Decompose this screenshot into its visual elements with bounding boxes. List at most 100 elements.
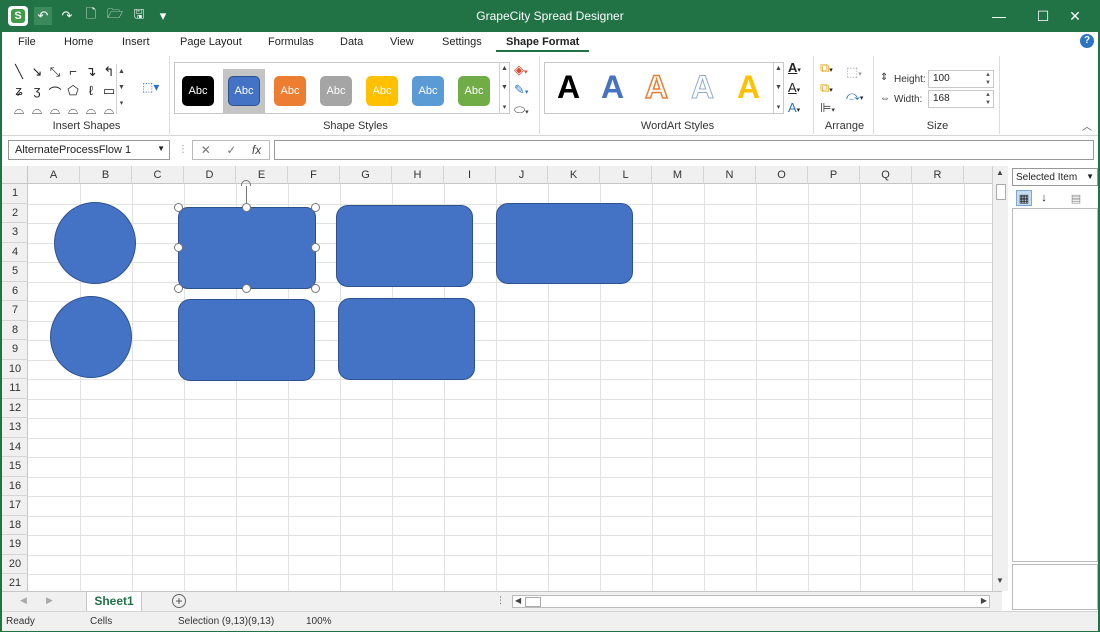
sheet-tab-sheet1[interactable]: Sheet1	[86, 592, 142, 612]
wordart-gold[interactable]: A	[737, 69, 760, 106]
width-spinner[interactable]: ▲ ▼	[985, 91, 991, 107]
polygon-icon[interactable]: ⬠	[64, 83, 82, 102]
frame-icon[interactable]: ⌓	[82, 102, 100, 121]
row-header[interactable]: 9	[2, 340, 28, 360]
resize-handle[interactable]	[242, 284, 251, 293]
bring-forward-icon[interactable]: ⧉▾	[820, 60, 833, 76]
curve-arrow-icon[interactable]: ʒ	[28, 83, 46, 102]
row-header[interactable]: 2	[2, 204, 28, 223]
circle-shape[interactable]	[50, 296, 132, 378]
wordart-black[interactable]: A	[557, 69, 580, 106]
scroll-down-icon[interactable]: ▼	[996, 576, 1004, 585]
circle-shape[interactable]	[54, 202, 136, 284]
alternate-process-shape[interactable]	[496, 203, 633, 284]
row-header[interactable]: 7	[2, 301, 28, 321]
chevron-down-icon[interactable]: ▼	[1086, 172, 1094, 181]
height-field[interactable]: 100 ▲ ▼	[928, 70, 994, 88]
column-header[interactable]: D	[184, 166, 236, 184]
insert-function-icon[interactable]: fx	[252, 143, 261, 157]
column-header[interactable]: I	[444, 166, 496, 184]
send-backward-icon[interactable]: ⧉▾	[820, 80, 833, 96]
resize-handle[interactable]	[311, 284, 320, 293]
style-light-blue[interactable]: Abc	[407, 69, 449, 113]
alternate-process-shape[interactable]	[178, 299, 315, 381]
row-header[interactable]: 15	[2, 457, 28, 477]
style-green[interactable]: Abc	[453, 69, 495, 113]
vertical-scroll-thumb[interactable]	[996, 184, 1006, 200]
column-header[interactable]: H	[392, 166, 444, 184]
column-header[interactable]: J	[496, 166, 548, 184]
status-zoom[interactable]: 100%	[306, 616, 332, 627]
resize-handle[interactable]	[174, 243, 183, 252]
tab-page-layout[interactable]: Page Layout	[180, 36, 242, 48]
chevron-down-icon[interactable]: ▼	[157, 144, 165, 153]
arrow-line-icon[interactable]: ↘	[28, 64, 46, 83]
style-gold[interactable]: Abc	[361, 69, 403, 113]
edit-shape-icon[interactable]: ⬚▾	[142, 80, 159, 94]
row-header[interactable]: 16	[2, 477, 28, 496]
row-header[interactable]: 18	[2, 516, 28, 535]
column-header[interactable]: N	[704, 166, 756, 184]
selected-item-dropdown[interactable]: Selected Item ▼	[1012, 168, 1098, 186]
property-pages-icon[interactable]: ▤	[1068, 190, 1084, 206]
row-header[interactable]: 12	[2, 399, 28, 418]
shape-styles-scroll[interactable]: ▲ ▼ ▾	[499, 63, 509, 113]
alternate-process-shape-selected[interactable]	[178, 207, 316, 289]
column-header[interactable]: K	[548, 166, 600, 184]
line-icon[interactable]: ╲	[10, 64, 28, 83]
alternate-process-shape[interactable]	[336, 205, 473, 287]
column-header[interactable]: Q	[860, 166, 912, 184]
next-sheet-icon[interactable]: ▶	[46, 595, 53, 606]
shapes-gallery-scroll[interactable]: ▲ ▼ ▾	[116, 64, 126, 114]
column-header[interactable]: G	[340, 166, 392, 184]
formula-input[interactable]	[274, 140, 1094, 160]
cancel-icon[interactable]: ✕	[201, 143, 211, 157]
row-header[interactable]: 4	[2, 243, 28, 262]
group-objects-icon[interactable]: ⬚▾	[846, 64, 862, 80]
resize-handle[interactable]	[174, 284, 183, 293]
row-header[interactable]: 11	[2, 379, 28, 399]
row-header[interactable]: 17	[2, 496, 28, 516]
freeform-icon[interactable]: ⌒	[46, 83, 64, 102]
row-header[interactable]: 13	[2, 418, 28, 438]
row-header[interactable]: 1	[2, 184, 28, 204]
tab-file[interactable]: File	[18, 36, 36, 48]
style-orange[interactable]: Abc	[269, 69, 311, 113]
tab-home[interactable]: Home	[64, 36, 93, 48]
row-header[interactable]: 21	[2, 574, 28, 591]
curve-icon[interactable]: ʑ	[10, 83, 28, 102]
column-header[interactable]: B	[80, 166, 132, 184]
enter-icon[interactable]: ✓	[226, 143, 236, 157]
row-header[interactable]: 10	[2, 360, 28, 379]
tab-formulas[interactable]: Formulas	[268, 36, 314, 48]
scroll-up-icon[interactable]: ▲	[996, 168, 1004, 177]
tab-settings[interactable]: Settings	[442, 36, 482, 48]
minimize-button[interactable]: —	[976, 0, 1022, 32]
style-gray[interactable]: Abc	[315, 69, 357, 113]
rounded-rect-icon[interactable]: ⌓	[10, 102, 28, 121]
rotate-icon[interactable]: ⤼▾	[846, 88, 863, 104]
tab-shape-format[interactable]: Shape Format	[496, 36, 590, 52]
add-sheet-icon[interactable]: +	[172, 594, 186, 608]
column-header[interactable]: A	[28, 166, 80, 184]
spreadsheet-grid[interactable]: ABCDEFGHIJKLMNOPQR 1 2 3 4 5 6 7 8 9 10 11 12 13 14 15…	[2, 166, 992, 591]
column-header[interactable]: C	[132, 166, 184, 184]
double-arrow-icon[interactable]: ⤡	[46, 64, 64, 83]
plaque-icon[interactable]: ⌓	[64, 102, 82, 121]
wordart-orange-outline[interactable]: A	[644, 68, 669, 106]
row-header[interactable]: 20	[2, 555, 28, 574]
column-header[interactable]: O	[756, 166, 808, 184]
elbow-arrow-icon[interactable]: ↴	[82, 64, 100, 83]
tab-view[interactable]: View	[390, 36, 414, 48]
tab-data[interactable]: Data	[340, 36, 363, 48]
scroll-left-icon[interactable]: ◀	[515, 596, 521, 605]
scribble-icon[interactable]: ℓ	[82, 83, 100, 102]
shape-outline-icon[interactable]: ✎▾	[514, 82, 528, 98]
height-spinner[interactable]: ▲ ▼	[985, 71, 991, 87]
tab-insert[interactable]: Insert	[122, 36, 150, 48]
align-icon[interactable]: ⊫▾	[820, 100, 835, 116]
width-field[interactable]: 168 ▲ ▼	[928, 90, 994, 108]
round-snip-icon[interactable]: ⌓	[46, 102, 64, 121]
select-all-corner[interactable]	[2, 166, 28, 184]
property-grid[interactable]	[1012, 208, 1098, 562]
